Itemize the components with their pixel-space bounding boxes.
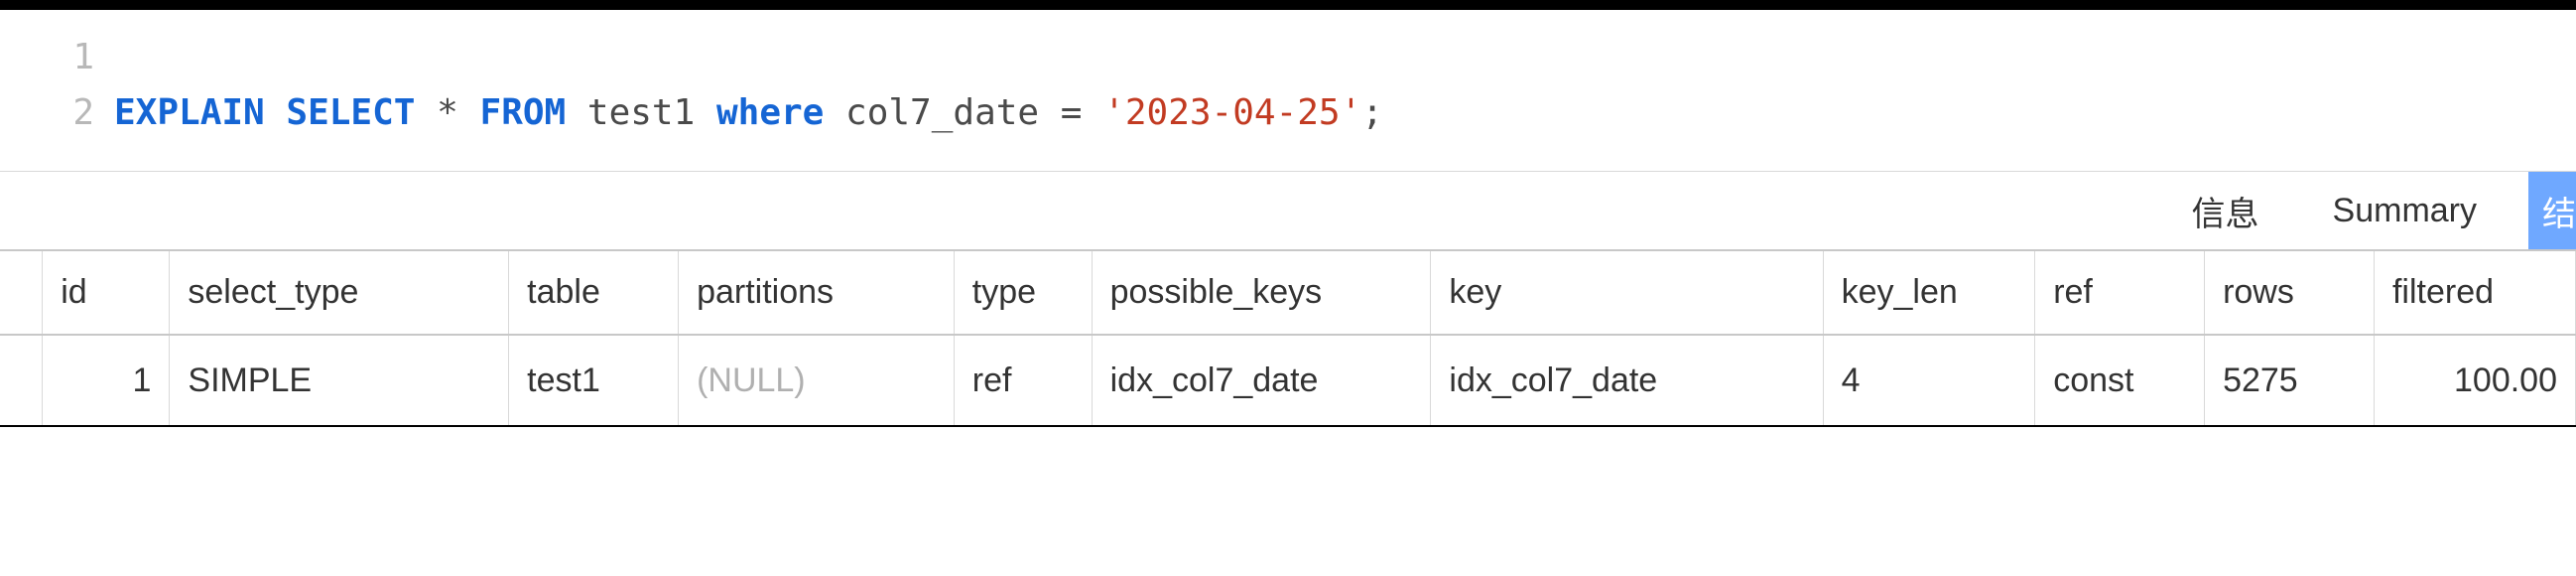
cell-select-type[interactable]: SIMPLE (170, 335, 509, 426)
header-id[interactable]: id (43, 251, 170, 335)
cell-gap (0, 335, 43, 426)
eq: = (1061, 92, 1083, 133)
code-content[interactable]: EXPLAIN SELECT * FROM test1 where col7_d… (114, 85, 2576, 141)
header-table[interactable]: table (509, 251, 679, 335)
header-filtered[interactable]: filtered (2374, 251, 2575, 335)
null-value: (NULL) (697, 361, 806, 399)
editor-line-1: 1 (0, 30, 2576, 85)
window-topstrip (0, 0, 2576, 10)
string-literal: '2023-04-25' (1103, 92, 1361, 133)
line-number: 1 (0, 30, 114, 85)
sql-editor[interactable]: 1 2 EXPLAIN SELECT * FROM test1 where co… (0, 10, 2576, 172)
keyword-select: SELECT (286, 92, 415, 133)
tab-info[interactable]: 信息 (2170, 172, 2281, 249)
header-ref[interactable]: ref (2035, 251, 2205, 335)
header-partitions[interactable]: partitions (679, 251, 955, 335)
header-key-len[interactable]: key_len (1823, 251, 2035, 335)
tab-result-partial[interactable]: 结 (2528, 172, 2576, 249)
cell-key-len[interactable]: 4 (1823, 335, 2035, 426)
semicolon: ; (1361, 92, 1383, 133)
cell-ref[interactable]: const (2035, 335, 2205, 426)
table-name: test1 (587, 92, 695, 133)
cell-partitions[interactable]: (NULL) (679, 335, 955, 426)
table-row[interactable]: 1 SIMPLE test1 (NULL) ref idx_col7_date … (0, 335, 2576, 426)
line-number: 2 (0, 85, 114, 141)
cell-key[interactable]: idx_col7_date (1431, 335, 1823, 426)
keyword-from: FROM (480, 92, 567, 133)
star: * (437, 92, 458, 133)
keyword-explain: EXPLAIN (114, 92, 265, 133)
cell-rows[interactable]: 5275 (2205, 335, 2375, 426)
header-key[interactable]: key (1431, 251, 1823, 335)
cell-type[interactable]: ref (954, 335, 1092, 426)
header-rows[interactable]: rows (2205, 251, 2375, 335)
cell-id[interactable]: 1 (43, 335, 170, 426)
cell-possible-keys[interactable]: idx_col7_date (1092, 335, 1431, 426)
keyword-where: where (716, 92, 824, 133)
header-select-type[interactable]: select_type (170, 251, 509, 335)
editor-line-2: 2 EXPLAIN SELECT * FROM test1 where col7… (0, 85, 2576, 141)
table-header-row: id select_type table partitions type pos… (0, 251, 2576, 335)
header-gap (0, 251, 43, 335)
header-possible-keys[interactable]: possible_keys (1092, 251, 1431, 335)
column-name: col7_date (845, 92, 1039, 133)
cell-filtered[interactable]: 100.00 (2374, 335, 2575, 426)
cell-table[interactable]: test1 (509, 335, 679, 426)
explain-result-table: id select_type table partitions type pos… (0, 251, 2576, 427)
header-type[interactable]: type (954, 251, 1092, 335)
result-tabs: 信息 Summary 结 (0, 172, 2576, 251)
tab-summary[interactable]: Summary (2311, 172, 2499, 249)
